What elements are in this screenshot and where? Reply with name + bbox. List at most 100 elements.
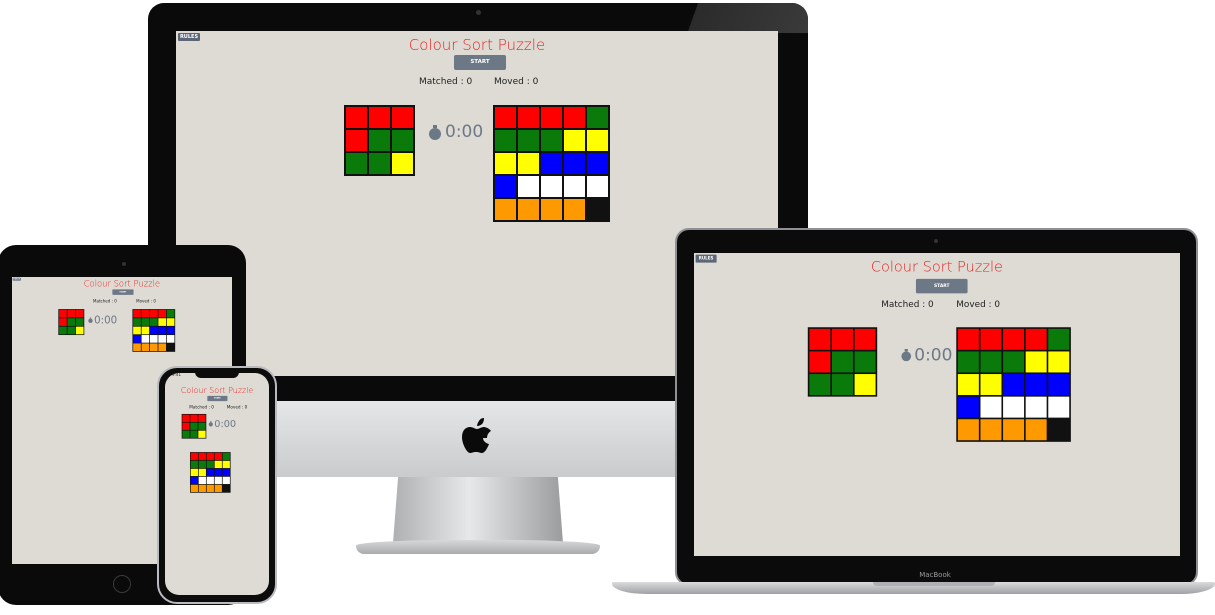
play-cell-orange[interactable] [1025,419,1047,441]
play-cell-yellow[interactable] [222,460,230,469]
play-cell-yellow[interactable] [190,468,198,477]
play-cell-green[interactable] [149,318,158,326]
play-cell-green[interactable] [518,130,539,151]
play-cell-orange[interactable] [206,484,214,493]
play-cell-yellow[interactable] [198,468,206,477]
play-cell-orange[interactable] [541,199,562,220]
play-cell-green[interactable] [206,460,214,469]
play-cell-red[interactable] [1025,328,1047,350]
play-cell-white[interactable] [1048,396,1070,418]
play-cell-blue[interactable] [206,468,214,477]
play-cell-green[interactable] [190,460,198,469]
play-cell-white[interactable] [222,476,230,485]
play-cell-red[interactable] [541,107,562,128]
play-cell-white[interactable] [1003,396,1025,418]
play-cell-blue[interactable] [1003,374,1025,396]
play-cell-green[interactable] [133,318,141,326]
play-grid[interactable] [189,452,231,493]
play-cell-orange[interactable] [198,484,206,493]
play-cell-yellow[interactable] [564,130,585,151]
play-grid[interactable] [132,309,176,352]
play-cell-orange[interactable] [149,343,158,352]
play-cell-white[interactable] [518,176,539,197]
play-cell-blue[interactable] [214,468,222,477]
play-cell-yellow[interactable] [518,153,539,174]
play-cell-green[interactable] [141,318,150,326]
play-cell-green[interactable] [587,107,608,128]
play-cell-green[interactable] [198,460,206,469]
play-cell-orange[interactable] [518,199,539,220]
play-grid[interactable] [956,327,1071,442]
play-cell-blue[interactable] [190,476,198,485]
play-cell-red[interactable] [149,309,158,318]
play-cell-blue[interactable] [222,468,230,477]
start-button[interactable]: START [207,395,228,402]
play-cell-yellow[interactable] [1048,351,1070,373]
play-cell-white[interactable] [541,176,562,197]
play-cell-yellow[interactable] [495,153,516,174]
play-cell-green[interactable] [495,130,516,151]
play-cell-empty[interactable] [167,343,175,351]
play-cell-blue[interactable] [133,335,141,343]
play-cell-white[interactable] [564,176,585,197]
play-cell-white[interactable] [166,335,175,343]
play-cell-yellow[interactable] [158,318,167,326]
play-cell-white[interactable] [206,476,214,485]
play-cell-green[interactable] [1048,328,1070,350]
play-cell-empty[interactable] [587,199,608,220]
play-cell-red[interactable] [1003,328,1025,350]
play-cell-white[interactable] [1025,396,1047,418]
play-cell-blue[interactable] [1025,374,1047,396]
play-cell-green[interactable] [980,351,1002,373]
play-cell-blue[interactable] [495,176,516,197]
play-cell-green[interactable] [166,309,175,318]
play-cell-orange[interactable] [980,419,1002,441]
play-cell-green[interactable] [1003,351,1025,373]
play-cell-red[interactable] [564,107,585,128]
play-cell-empty[interactable] [1048,419,1069,440]
play-cell-white[interactable] [149,335,158,343]
play-cell-blue[interactable] [957,396,979,418]
play-cell-blue[interactable] [587,153,608,174]
start-button[interactable]: START [112,289,134,295]
play-cell-yellow[interactable] [133,326,141,335]
play-cell-red[interactable] [495,107,516,128]
play-cell-red[interactable] [518,107,539,128]
play-cell-white[interactable] [158,335,167,343]
play-cell-orange[interactable] [133,343,141,352]
play-cell-white[interactable] [141,335,150,343]
play-cell-yellow[interactable] [957,374,979,396]
play-cell-red[interactable] [158,309,167,318]
play-cell-yellow[interactable] [1025,351,1047,373]
play-cell-orange[interactable] [1003,419,1025,441]
play-cell-orange[interactable] [158,343,167,352]
play-cell-yellow[interactable] [980,374,1002,396]
play-cell-blue[interactable] [564,153,585,174]
play-cell-orange[interactable] [214,484,222,493]
play-cell-green[interactable] [222,452,230,461]
play-cell-red[interactable] [198,452,206,461]
play-cell-red[interactable] [133,309,141,318]
play-cell-yellow[interactable] [166,318,175,326]
play-cell-orange[interactable] [564,199,585,220]
play-cell-orange[interactable] [495,199,516,220]
play-cell-white[interactable] [198,476,206,485]
play-cell-white[interactable] [587,176,608,197]
play-cell-empty[interactable] [223,485,230,492]
play-cell-yellow[interactable] [587,130,608,151]
play-cell-red[interactable] [214,452,222,461]
play-cell-blue[interactable] [166,326,175,335]
play-cell-yellow[interactable] [214,460,222,469]
start-button[interactable]: START [454,55,506,70]
play-cell-orange[interactable] [141,343,150,352]
play-cell-red[interactable] [980,328,1002,350]
play-cell-blue[interactable] [158,326,167,335]
play-cell-red[interactable] [190,452,198,461]
play-cell-green[interactable] [541,130,562,151]
play-cell-yellow[interactable] [141,326,150,335]
play-cell-green[interactable] [957,351,979,373]
play-cell-blue[interactable] [1048,374,1070,396]
play-cell-red[interactable] [206,452,214,461]
play-cell-red[interactable] [957,328,979,350]
play-cell-blue[interactable] [541,153,562,174]
